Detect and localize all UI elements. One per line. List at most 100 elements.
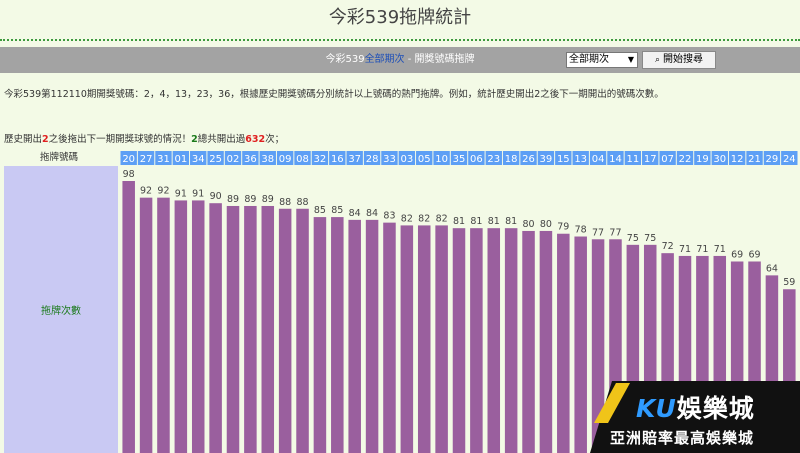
data-label: 71 xyxy=(679,244,691,255)
bar xyxy=(261,205,275,453)
tick-label: 23 xyxy=(487,154,500,165)
data-label: 82 xyxy=(436,213,448,224)
data-label: 82 xyxy=(401,213,413,224)
bar xyxy=(435,225,448,453)
tick-label: 38 xyxy=(261,154,274,165)
bar xyxy=(383,222,396,453)
data-label: 88 xyxy=(296,197,308,208)
data-label: 78 xyxy=(575,225,587,236)
bar xyxy=(278,208,292,453)
tick-label: 05 xyxy=(418,154,431,165)
tick-label: 22 xyxy=(679,154,692,165)
bar xyxy=(470,228,483,453)
tick-label: 19 xyxy=(696,154,709,165)
tick-label: 10 xyxy=(435,154,448,165)
data-label: 84 xyxy=(349,208,361,219)
bar xyxy=(157,197,170,453)
bar xyxy=(313,217,327,453)
data-label: 91 xyxy=(192,188,204,199)
bar xyxy=(400,225,414,453)
data-label: 89 xyxy=(227,194,239,205)
tick-label: 31 xyxy=(157,154,170,165)
bar xyxy=(348,219,361,453)
bar xyxy=(191,200,205,453)
tick-label: 29 xyxy=(766,154,779,165)
tick-label: 30 xyxy=(713,154,726,165)
tick-label: 06 xyxy=(470,154,483,165)
tick-label: 15 xyxy=(557,154,570,165)
data-label: 84 xyxy=(366,208,378,219)
data-label: 88 xyxy=(279,197,291,208)
tick-label: 32 xyxy=(314,154,327,165)
tick-label: 35 xyxy=(453,154,466,165)
tick-label: 13 xyxy=(574,154,587,165)
data-label: 92 xyxy=(157,186,169,197)
data-label: 72 xyxy=(662,241,674,252)
tick-label: 09 xyxy=(279,154,292,165)
ku-casino-watermark: KU娛樂城 亞洲賠率最高娛樂城 xyxy=(590,381,800,453)
data-label: 77 xyxy=(609,227,621,238)
tick-label: 07 xyxy=(661,154,674,165)
data-label: 89 xyxy=(244,194,256,205)
bar xyxy=(557,233,570,453)
tick-label: 17 xyxy=(644,154,657,165)
bar xyxy=(244,205,257,453)
bar xyxy=(452,228,466,453)
tick-label: 21 xyxy=(748,154,761,165)
tick-label: 04 xyxy=(592,154,605,165)
tick-label: 11 xyxy=(626,154,639,165)
tick-label: 03 xyxy=(400,154,413,165)
bar xyxy=(122,181,135,453)
data-label: 77 xyxy=(592,227,604,238)
data-label: 90 xyxy=(210,191,222,202)
bar xyxy=(574,236,587,453)
tick-label: 20 xyxy=(122,154,135,165)
data-label: 75 xyxy=(627,233,639,244)
bar xyxy=(139,197,153,453)
bar xyxy=(522,230,535,453)
data-label: 71 xyxy=(696,244,708,255)
tick-label: 18 xyxy=(505,154,518,165)
bar xyxy=(226,205,240,453)
data-label: 80 xyxy=(540,219,552,230)
data-label: 81 xyxy=(488,216,500,227)
tick-label: 26 xyxy=(522,154,535,165)
data-label: 85 xyxy=(331,205,343,216)
tick-label: 39 xyxy=(540,154,553,165)
tick-label: 36 xyxy=(244,154,257,165)
tick-label: 12 xyxy=(731,154,744,165)
bar xyxy=(487,228,501,453)
data-label: 83 xyxy=(383,211,395,222)
watermark-slogan: 亞洲賠率最高娛樂城 xyxy=(610,429,755,447)
tick-label: 02 xyxy=(227,154,240,165)
watermark-brand: KU娛樂城 xyxy=(636,389,755,425)
data-label: 85 xyxy=(314,205,326,216)
bar xyxy=(296,208,309,453)
tick-label: 01 xyxy=(174,154,187,165)
tick-label: 14 xyxy=(609,154,622,165)
watermark-brand-latin: KU xyxy=(636,394,677,423)
data-label: 91 xyxy=(175,188,187,199)
data-label: 59 xyxy=(783,277,795,288)
data-label: 75 xyxy=(644,233,656,244)
data-label: 81 xyxy=(470,216,482,227)
data-label: 98 xyxy=(123,169,135,180)
tick-label: 08 xyxy=(296,154,309,165)
tick-label: 24 xyxy=(783,154,796,165)
data-label: 82 xyxy=(418,213,430,224)
data-label: 71 xyxy=(714,244,726,255)
tick-label: 25 xyxy=(209,154,222,165)
tick-label: 28 xyxy=(366,154,379,165)
bar xyxy=(539,230,553,453)
data-label: 79 xyxy=(557,222,569,233)
bar xyxy=(331,217,344,453)
tick-label: 34 xyxy=(192,154,205,165)
bar xyxy=(174,200,188,453)
data-label: 80 xyxy=(522,219,534,230)
data-label: 69 xyxy=(748,249,760,260)
tick-label: 27 xyxy=(140,154,153,165)
bar xyxy=(417,225,431,453)
bar xyxy=(504,228,518,453)
bar xyxy=(365,219,379,453)
bar xyxy=(209,203,222,453)
